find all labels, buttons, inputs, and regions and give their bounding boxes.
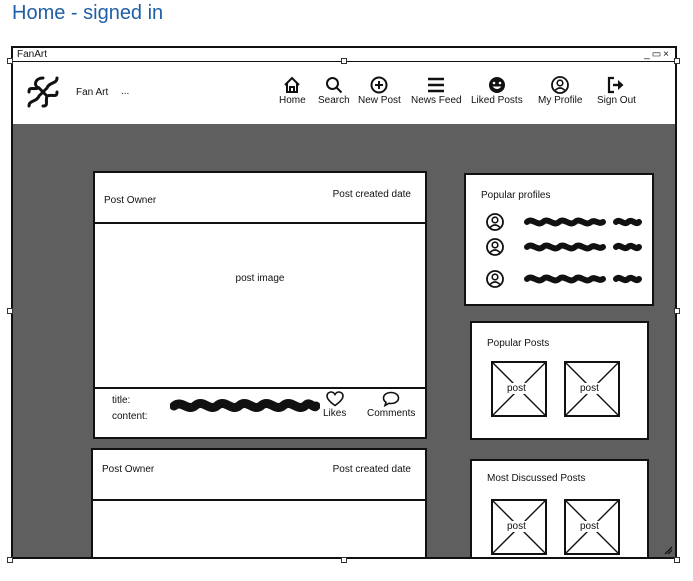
selection-handle[interactable] bbox=[341, 58, 347, 64]
logo-icon[interactable] bbox=[25, 74, 61, 110]
selection-handle[interactable] bbox=[674, 308, 680, 314]
selection-handle[interactable] bbox=[7, 58, 13, 64]
post-thumbnail-label: post bbox=[505, 521, 528, 532]
popular-posts-panel: Popular Posts post post bbox=[470, 321, 649, 440]
nav-news-feed-label: News Feed bbox=[411, 95, 462, 106]
nav-sign-out[interactable]: Sign Out bbox=[597, 76, 636, 106]
selection-handle[interactable] bbox=[674, 58, 680, 64]
profile-row[interactable] bbox=[486, 270, 646, 288]
nav-search-label: Search bbox=[318, 95, 350, 106]
profile-row[interactable] bbox=[486, 238, 646, 256]
post-header: Post Owner Post created date bbox=[95, 173, 425, 224]
user-circle-icon bbox=[551, 76, 570, 94]
user-circle-icon bbox=[486, 238, 504, 256]
popular-posts-title: Popular Posts bbox=[487, 338, 550, 349]
post-footer: title: content: Likes Comments bbox=[95, 387, 425, 437]
selection-handle[interactable] bbox=[7, 557, 13, 563]
most-discussed-panel: Most Discussed Posts post post bbox=[470, 459, 649, 557]
post-thumbnail[interactable]: post bbox=[564, 361, 620, 417]
comment-icon bbox=[382, 391, 400, 407]
selection-handle[interactable] bbox=[674, 557, 680, 563]
resize-grip-icon[interactable] bbox=[663, 545, 673, 555]
profile-row[interactable] bbox=[486, 213, 646, 231]
navbar: Fan Art ... Home Search New Post News Fe… bbox=[13, 62, 675, 126]
window-controls[interactable]: _▭× bbox=[644, 48, 671, 62]
post-title-label: title: bbox=[112, 395, 131, 406]
comments-button[interactable]: Comments bbox=[367, 391, 415, 419]
most-discussed-title: Most Discussed Posts bbox=[487, 473, 586, 484]
nav-my-profile[interactable]: My Profile bbox=[538, 76, 582, 106]
brand-name: Fan Art bbox=[76, 87, 109, 98]
popular-profiles-panel: Popular profiles bbox=[464, 173, 654, 306]
post-card: Post Owner Post created date post image … bbox=[93, 171, 427, 439]
nav-new-post[interactable]: New Post bbox=[358, 76, 401, 106]
nav-my-profile-label: My Profile bbox=[538, 95, 583, 106]
nav-news-feed[interactable]: News Feed bbox=[411, 76, 462, 106]
search-icon bbox=[325, 77, 343, 94]
window-title: FanArt bbox=[17, 49, 48, 60]
sign-out-icon bbox=[608, 76, 624, 94]
user-circle-icon bbox=[486, 213, 504, 231]
like-button[interactable]: Likes bbox=[323, 391, 346, 419]
profile-name-scribble bbox=[524, 242, 642, 252]
post-date: Post created date bbox=[332, 464, 411, 475]
content-area: Post Owner Post created date post image … bbox=[13, 124, 675, 557]
post-card: Post Owner Post created date bbox=[91, 448, 427, 557]
nav-new-post-label: New Post bbox=[358, 95, 401, 106]
page-title: Home - signed in bbox=[12, 2, 164, 24]
post-owner[interactable]: Post Owner bbox=[102, 464, 154, 475]
comments-label: Comments bbox=[367, 408, 416, 419]
app-window: FanArt _▭× Fan Art ... Home Search New P… bbox=[11, 46, 677, 559]
smiley-icon bbox=[488, 77, 505, 93]
post-header: Post Owner Post created date bbox=[93, 450, 425, 501]
menu-icon bbox=[428, 77, 445, 93]
post-thumbnail[interactable]: post bbox=[564, 499, 620, 555]
popular-profiles-title: Popular profiles bbox=[481, 190, 551, 201]
post-image[interactable]: post image bbox=[95, 273, 425, 284]
user-circle-icon bbox=[486, 270, 504, 288]
post-content-scribble bbox=[170, 399, 320, 412]
post-thumbnail[interactable]: post bbox=[491, 499, 547, 555]
nav-search[interactable]: Search bbox=[318, 76, 350, 106]
nav-liked-posts[interactable]: Liked Posts bbox=[471, 76, 523, 106]
brand-ellipsis: ... bbox=[121, 86, 130, 97]
nav-liked-posts-label: Liked Posts bbox=[471, 95, 523, 106]
post-date: Post created date bbox=[332, 189, 411, 200]
post-thumbnail-label: post bbox=[578, 383, 601, 394]
selection-handle[interactable] bbox=[341, 557, 347, 563]
likes-label: Likes bbox=[323, 408, 347, 419]
profile-name-scribble bbox=[524, 274, 642, 284]
post-thumbnail-label: post bbox=[578, 521, 601, 532]
nav-home[interactable]: Home bbox=[279, 76, 306, 106]
nav-sign-out-label: Sign Out bbox=[597, 95, 636, 106]
post-thumbnail-label: post bbox=[505, 383, 528, 394]
home-icon bbox=[284, 76, 301, 93]
nav-home-label: Home bbox=[279, 95, 306, 106]
heart-icon bbox=[325, 391, 344, 407]
plus-circle-icon bbox=[370, 76, 388, 94]
post-content-label: content: bbox=[112, 411, 148, 422]
selection-handle[interactable] bbox=[7, 308, 13, 314]
profile-name-scribble bbox=[524, 217, 642, 227]
post-owner[interactable]: Post Owner bbox=[104, 195, 156, 206]
post-thumbnail[interactable]: post bbox=[491, 361, 547, 417]
